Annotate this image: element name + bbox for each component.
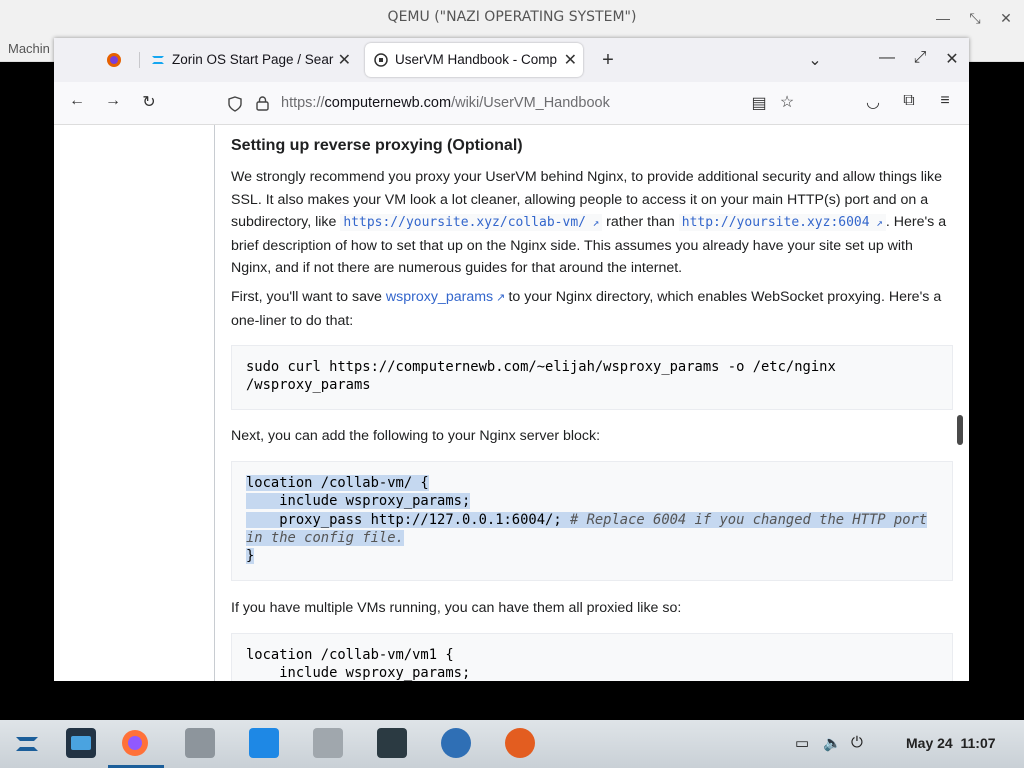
paragraph-server-block: Next, you can add the following to your … (231, 428, 601, 444)
close-tab-icon[interactable]: ✕ (564, 50, 577, 70)
bookmark-star-icon[interactable]: ☆ (776, 92, 798, 112)
firefox-taskbar-icon[interactable] (120, 728, 150, 758)
qemu-maximize-button[interactable]: ⤡ (965, 8, 985, 28)
nav-bar: ← → ↻ https://computernewb.com/wiki/User… (54, 82, 969, 125)
reader-view-icon[interactable]: ▤ (748, 93, 770, 113)
inline-code-link[interactable]: http://yoursite.xyz:6004 ↗ (678, 214, 886, 231)
power-icon[interactable]: ⏻ (851, 734, 863, 751)
close-window-icon[interactable]: ✕ (942, 49, 962, 69)
qemu-icon[interactable] (505, 728, 535, 758)
code-block-curl: sudo curl https://computernewb.com/~elij… (231, 345, 953, 410)
paragraph-save-params: First, you'll want to save wsproxy_param… (231, 289, 942, 329)
software-store-icon[interactable] (249, 728, 279, 758)
firefox-view-tab[interactable] (62, 43, 132, 77)
new-tab-icon[interactable]: + (597, 49, 619, 72)
screen-icon[interactable]: ▭ (795, 734, 809, 752)
network-app-icon[interactable] (441, 728, 471, 758)
firefox-icon (107, 53, 121, 67)
qemu-window-title: QEMU ("NAZI OPERATING SYSTEM") (387, 9, 637, 25)
shield-icon[interactable] (228, 96, 242, 112)
tab-zorin-start[interactable]: Zorin OS Start Page / Sear ✕ (142, 43, 357, 77)
close-tab-icon[interactable]: ✕ (338, 50, 351, 70)
tab-label: UserVM Handbook - Comp (395, 52, 558, 67)
sidebar-divider (214, 125, 215, 681)
external-link-icon: ↗ (869, 216, 883, 229)
minimize-icon[interactable]: — (877, 49, 897, 67)
wsproxy-params-link[interactable]: wsproxy_params (386, 289, 493, 305)
qemu-close-button[interactable]: ✕ (996, 8, 1016, 28)
taskbar: ▭ 🔈 ⏻ May 24 11:07 (0, 720, 1024, 768)
url-bar[interactable]: https://computernewb.com/wiki/UserVM_Han… (224, 88, 804, 118)
paragraph-intro: We strongly recommend you proxy your Use… (231, 169, 947, 276)
tab-bar: Zorin OS Start Page / Sear ✕ UserVM Hand… (54, 38, 969, 82)
zorin-icon (152, 56, 164, 64)
files-icon[interactable] (185, 728, 215, 758)
tab-label: Zorin OS Start Page / Sear (172, 52, 334, 67)
page-content: Setting up reverse proxying (Optional) W… (54, 125, 969, 681)
qemu-minimize-button[interactable]: — (933, 8, 953, 28)
menu-icon[interactable]: ≡ (934, 92, 956, 110)
terminal-icon[interactable] (377, 728, 407, 758)
wiki-icon (374, 53, 388, 67)
back-icon[interactable]: ← (66, 92, 88, 110)
url-text[interactable]: https://computernewb.com/wiki/UserVM_Han… (281, 95, 610, 111)
clock[interactable]: May 24 11:07 (906, 735, 996, 751)
code-block-multi: location /collab-vm/vm1 { include wsprox… (231, 633, 953, 681)
tab-uservm-handbook[interactable]: UserVM Handbook - Comp ✕ (365, 43, 583, 77)
external-link-icon: ↗ (493, 292, 509, 304)
volume-icon[interactable]: 🔈 (823, 734, 842, 752)
archive-icon[interactable] (313, 728, 343, 758)
section-heading: Setting up reverse proxying (Optional) (231, 137, 523, 154)
external-link-icon: ↗ (585, 216, 600, 229)
inline-code-link[interactable]: https://yoursite.xyz/collab-vm/ ↗ (340, 214, 603, 231)
workspaces-icon[interactable] (66, 728, 96, 758)
maximize-icon[interactable]: ⤢ (910, 49, 930, 67)
extensions-icon[interactable]: ⧉ (898, 92, 920, 110)
page-scrollbar-thumb[interactable] (957, 415, 963, 445)
reload-icon[interactable]: ↻ (138, 92, 160, 112)
qemu-menu-machine[interactable]: Machin (8, 41, 50, 56)
qemu-titlebar: QEMU ("NAZI OPERATING SYSTEM") — ⤡ ✕ (0, 0, 1024, 36)
forward-icon[interactable]: → (102, 92, 124, 110)
code-block-location: location /collab-vm/ { include wsproxy_p… (231, 461, 953, 581)
firefox-window: Zorin OS Start Page / Sear ✕ UserVM Hand… (54, 38, 969, 681)
list-tabs-chevron-icon[interactable]: ⌄ (805, 50, 825, 70)
lock-icon[interactable] (256, 96, 269, 111)
zorin-menu-icon[interactable] (12, 729, 42, 759)
paragraph-multiple-vms: If you have multiple VMs running, you ca… (231, 600, 682, 616)
pocket-icon[interactable]: ◡ (862, 92, 884, 112)
